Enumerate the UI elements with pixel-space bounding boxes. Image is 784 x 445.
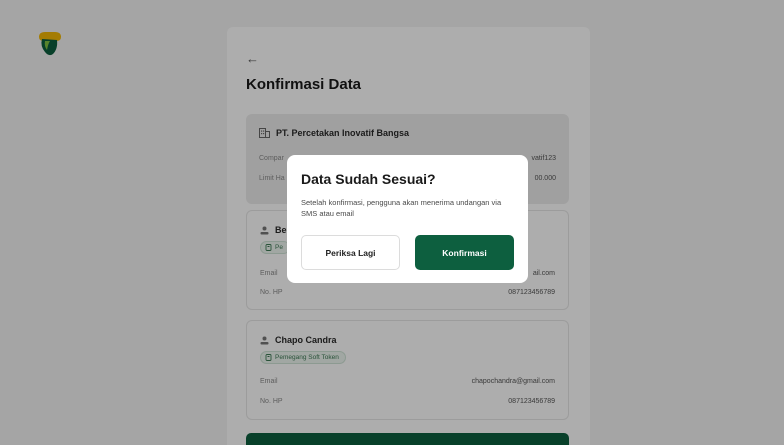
dialog-description: Setelah konfirmasi, pengguna akan meneri… bbox=[301, 198, 502, 218]
dialog-title: Data Sudah Sesuai? bbox=[301, 171, 436, 187]
confirm-button[interactable]: Konfirmasi bbox=[415, 235, 514, 270]
confirmation-dialog: Data Sudah Sesuai? Setelah konfirmasi, p… bbox=[287, 155, 528, 283]
check-again-button[interactable]: Periksa Lagi bbox=[301, 235, 400, 270]
